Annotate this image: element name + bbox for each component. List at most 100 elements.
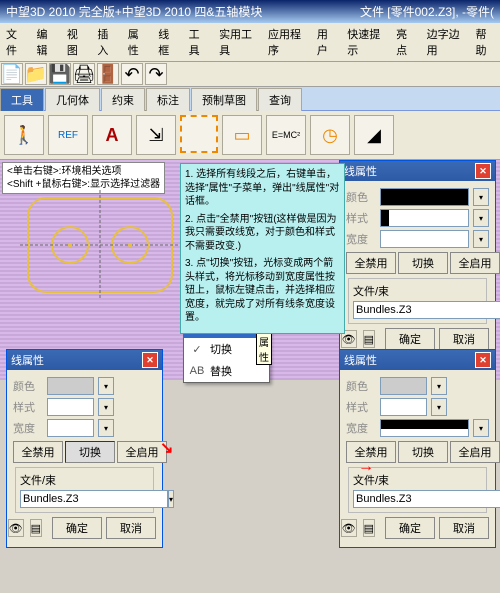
cancel-button[interactable]: 取消 bbox=[439, 517, 489, 539]
replace-icon: AB bbox=[190, 364, 204, 378]
toggle-button[interactable]: 切换 bbox=[398, 441, 448, 463]
menu-help[interactable]: 帮助 bbox=[474, 25, 496, 59]
menu-edit[interactable]: 编辑 bbox=[34, 25, 56, 59]
menu-util[interactable]: 实用工具 bbox=[217, 25, 258, 59]
paint-icon[interactable]: ◢ bbox=[354, 115, 394, 155]
file-label: 文件/束 bbox=[353, 283, 482, 299]
ctx-switch[interactable]: ✓切换属性 bbox=[184, 338, 269, 360]
tab-query[interactable]: 查询 bbox=[258, 88, 302, 111]
move-icon[interactable]: ⇲ bbox=[136, 115, 176, 155]
color-swatch[interactable] bbox=[380, 188, 469, 206]
panel-title: 线属性 bbox=[344, 163, 377, 179]
color-label: 颜色 bbox=[346, 378, 376, 394]
menu-tools[interactable]: 工具 bbox=[187, 25, 209, 59]
color-label: 颜色 bbox=[346, 189, 376, 205]
ok-button[interactable]: 确定 bbox=[52, 517, 102, 539]
enable-all-button[interactable]: 全启用 bbox=[450, 252, 500, 274]
color-label: 颜色 bbox=[13, 378, 43, 394]
color-swatch[interactable] bbox=[380, 377, 427, 395]
save-icon[interactable]: 💾 bbox=[49, 63, 71, 85]
menu-tip[interactable]: 快速提示 bbox=[345, 25, 386, 59]
style-input[interactable] bbox=[47, 398, 94, 416]
layer-icon[interactable]: ▤ bbox=[363, 519, 375, 537]
instruction-box: 1. 选择所有线段之后，右键单击，选择"属性"子菜单，弹出"线属性"对话框。 2… bbox=[180, 163, 345, 334]
close-icon[interactable]: ✕ bbox=[142, 352, 158, 368]
tab-tools[interactable]: 工具 bbox=[0, 88, 44, 111]
toggle-button[interactable]: 切换 bbox=[398, 252, 448, 274]
toggle-button[interactable]: 切换 bbox=[65, 441, 115, 463]
color-dd[interactable]: ▾ bbox=[431, 377, 447, 395]
tab-constr[interactable]: 约束 bbox=[101, 88, 145, 111]
tabbar: 工具 几何体 约束 标注 预制草图 查询 bbox=[0, 87, 500, 111]
menu-view[interactable]: 视图 bbox=[65, 25, 87, 59]
line-prop-panel-2: 线属性✕ 颜色▾ 样式▾ 宽度▾ 全禁用 切换 全启用 文件/束 ▾ 👁 ▤ 确… bbox=[6, 349, 163, 548]
style-label: 样式 bbox=[346, 399, 376, 415]
menu-file[interactable]: 文件 bbox=[4, 25, 26, 59]
width-input[interactable] bbox=[380, 230, 469, 248]
menu-attr[interactable]: 属性 bbox=[126, 25, 148, 59]
ref-icon[interactable]: REF bbox=[48, 115, 88, 155]
tab-sketch[interactable]: 预制草图 bbox=[191, 88, 257, 111]
menu-app[interactable]: 应用程序 bbox=[266, 25, 307, 59]
cancel-button[interactable]: 取消 bbox=[106, 517, 156, 539]
select-icon[interactable] bbox=[180, 115, 218, 153]
file-input[interactable] bbox=[20, 490, 168, 508]
style-input[interactable] bbox=[380, 209, 469, 227]
width-dd[interactable]: ▾ bbox=[473, 230, 489, 248]
tooltip: 属性 bbox=[256, 333, 272, 365]
menu-insert[interactable]: 插入 bbox=[95, 25, 117, 59]
width-label: 宽度 bbox=[346, 231, 376, 247]
disable-all-button[interactable]: 全禁用 bbox=[13, 441, 63, 463]
new-icon[interactable]: 📄 bbox=[1, 63, 23, 85]
redo-icon[interactable]: ↷ bbox=[145, 63, 167, 85]
formula-icon[interactable]: E=MC² bbox=[266, 115, 306, 155]
style-dd[interactable]: ▾ bbox=[473, 209, 489, 227]
clock-icon[interactable]: ◷ bbox=[310, 115, 350, 155]
undo-icon[interactable]: ↶ bbox=[121, 63, 143, 85]
eye-icon[interactable]: 👁 bbox=[341, 519, 357, 537]
exit-icon[interactable]: 🚪 bbox=[97, 63, 119, 85]
file-dd[interactable]: ▾ bbox=[168, 490, 174, 508]
style-dd[interactable]: ▾ bbox=[98, 398, 114, 416]
layer-icon[interactable]: ▤ bbox=[363, 330, 375, 348]
sketch-geometry bbox=[20, 190, 180, 300]
menu-edge[interactable]: 边字边用 bbox=[425, 25, 466, 59]
rect-icon[interactable]: ▭ bbox=[222, 115, 262, 155]
open-icon[interactable]: 📁 bbox=[25, 63, 47, 85]
width-input[interactable] bbox=[380, 419, 469, 437]
color-swatch[interactable] bbox=[47, 377, 94, 395]
file-label: 文件/束 bbox=[20, 472, 149, 488]
color-dd[interactable]: ▾ bbox=[473, 188, 489, 206]
toolbar-tools: 🚶 REF A ⇲ ▭ E=MC² ◷ ◢ bbox=[0, 111, 500, 160]
width-dd[interactable]: ▾ bbox=[473, 419, 489, 437]
disable-all-button[interactable]: 全禁用 bbox=[346, 252, 396, 274]
tab-geom[interactable]: 几何体 bbox=[45, 88, 100, 111]
cancel-button[interactable]: 取消 bbox=[439, 328, 489, 350]
text-icon[interactable]: A bbox=[92, 115, 132, 155]
print-icon[interactable]: 🖨 bbox=[73, 63, 95, 85]
menu-wire[interactable]: 线框 bbox=[156, 25, 178, 59]
exit-tool-icon[interactable]: 🚶 bbox=[4, 115, 44, 155]
file-input[interactable] bbox=[353, 490, 500, 508]
eye-icon[interactable]: 👁 bbox=[8, 519, 24, 537]
close-icon[interactable]: ✕ bbox=[475, 163, 491, 179]
menu-hl[interactable]: 亮点 bbox=[394, 25, 416, 59]
close-icon[interactable]: ✕ bbox=[475, 352, 491, 368]
ok-button[interactable]: 确定 bbox=[385, 328, 435, 350]
panel-title: 线属性 bbox=[344, 352, 377, 368]
color-dd[interactable]: ▾ bbox=[98, 377, 114, 395]
layer-icon[interactable]: ▤ bbox=[30, 519, 42, 537]
arrow-icon: → bbox=[358, 458, 374, 476]
style-dd[interactable]: ▾ bbox=[431, 398, 447, 416]
width-dd[interactable]: ▾ bbox=[98, 419, 114, 437]
doc-title: 文件 [零件002.Z3], -零件( bbox=[360, 3, 494, 20]
style-input[interactable] bbox=[380, 398, 427, 416]
ok-button[interactable]: 确定 bbox=[385, 517, 435, 539]
style-label: 样式 bbox=[346, 210, 376, 226]
enable-all-button[interactable]: 全启用 bbox=[450, 441, 500, 463]
file-input[interactable] bbox=[353, 301, 500, 319]
tab-dim[interactable]: 标注 bbox=[146, 88, 190, 111]
menu-user[interactable]: 用户 bbox=[315, 25, 337, 59]
style-label: 样式 bbox=[13, 399, 43, 415]
width-input[interactable] bbox=[47, 419, 94, 437]
